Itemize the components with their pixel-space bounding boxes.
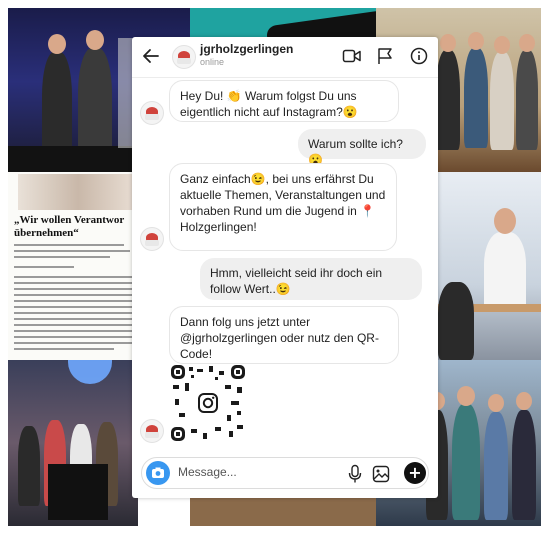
gallery-icon[interactable] (372, 465, 390, 488)
avatar (140, 419, 164, 443)
avatar (140, 101, 164, 125)
photo-man-at-table (438, 172, 541, 360)
chat-status: online (200, 57, 225, 67)
incoming-message: Ganz einfach😉, bei uns erfährst Du aktue… (169, 163, 397, 251)
chat-header: jgrholzgerlingen online (132, 37, 438, 78)
outgoing-message: Hmm, vielleicht seid ihr doch ein follow… (200, 258, 422, 300)
incoming-message: Hey Du! 👏 Warum folgst Du uns eigentlich… (169, 80, 399, 122)
video-call-icon[interactable] (342, 47, 361, 65)
incoming-message: Dann folg uns jetzt unter @jgrholzgerlin… (169, 306, 399, 364)
instagram-logo-icon (196, 391, 220, 415)
back-arrow-icon[interactable] (140, 45, 162, 67)
outgoing-message: Warum sollte ich? 😮 (298, 129, 426, 167)
newspaper-photo (18, 174, 138, 210)
plus-icon[interactable]: + (404, 462, 426, 484)
instagram-qr-code[interactable] (171, 365, 245, 441)
avatar (140, 227, 164, 251)
chat-username[interactable]: jgrholzgerlingen (200, 42, 293, 56)
info-icon[interactable] (410, 47, 428, 65)
microphone-icon[interactable] (348, 464, 362, 489)
message-composer[interactable]: Message... + (141, 457, 429, 489)
instagram-chat-window: jgrholzgerlingen online Hey Du! 👏 Warum … (132, 37, 438, 498)
newspaper-headline: „Wir wollen Verantwor übernehmen“ (14, 214, 125, 239)
avatar[interactable] (172, 45, 196, 69)
newspaper-clipping: „Wir wollen Verantwor übernehmen“ (8, 172, 138, 360)
message-input[interactable]: Message... (178, 465, 237, 479)
photo-dance-group (8, 360, 138, 526)
flag-icon[interactable] (376, 47, 394, 65)
photo-bottom-center (190, 498, 376, 526)
camera-icon[interactable] (146, 461, 170, 485)
